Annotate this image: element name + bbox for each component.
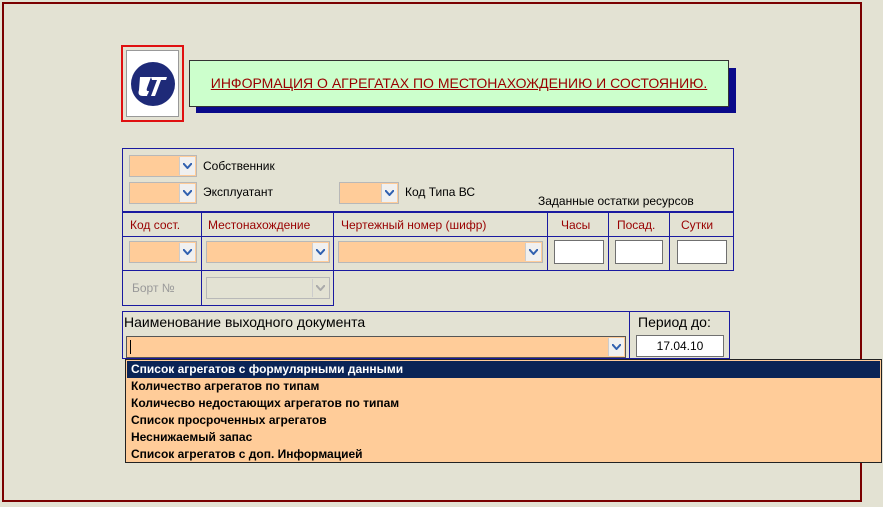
list-item[interactable]: Неснижаемый запас [127,429,880,446]
board-label: Борт № [132,281,175,295]
chevron-down-icon[interactable] [179,157,195,175]
document-label: Наименование выходного документа [124,314,366,330]
divider [122,236,734,237]
logo-frame [121,45,184,122]
state-code-combo[interactable] [129,241,197,263]
owner-combo[interactable] [129,155,197,177]
hours-input[interactable] [554,240,604,264]
aircraft-type-combo[interactable] [339,182,399,204]
chevron-down-icon[interactable] [525,243,541,261]
operator-combo[interactable] [129,182,197,204]
chevron-down-icon[interactable] [179,184,195,202]
ut-logo-icon [130,61,175,106]
period-label: Период до: [638,314,711,330]
list-item[interactable]: Количество агрегатов по типам [127,378,880,395]
document-combo[interactable] [126,336,626,358]
chevron-down-icon[interactable] [179,243,195,261]
logo [126,50,179,117]
location-label: Местонахождение [208,218,311,232]
landings-label: Посад. [617,218,656,232]
chevron-down-icon[interactable] [381,184,397,202]
text-cursor [130,340,131,354]
period-input[interactable]: 17.04.10 [636,335,724,357]
owner-label: Собственник [203,159,275,173]
divider [201,270,202,306]
chevron-down-icon[interactable] [608,338,624,356]
aircraft-type-label: Код Типа ВС [405,185,476,199]
list-item[interactable]: Количесво недостающих агрегатов по типам [127,395,880,412]
title-banner: ИНФОРМАЦИЯ О АГРЕГАТАХ ПО МЕСТОНАХОЖДЕНИ… [189,60,729,107]
hours-label: Часы [561,218,591,232]
days-label: Сутки [681,218,714,232]
state-code-label: Код сост. [130,218,181,232]
landings-input[interactable] [615,240,663,264]
chevron-down-icon[interactable] [312,279,328,297]
days-input[interactable] [677,240,727,264]
resources-label: Заданные остатки ресурсов [538,194,694,208]
list-item[interactable]: Список просроченных агрегатов [127,412,880,429]
drawing-number-label: Чертежный номер (шифр) [341,218,487,232]
board-combo[interactable] [206,277,330,299]
document-dropdown-list: Список агрегатов с формулярными данными … [125,359,882,463]
page-title: ИНФОРМАЦИЯ О АГРЕГАТАХ ПО МЕСТОНАХОЖДЕНИ… [210,75,708,91]
list-item[interactable]: Список агрегатов с формулярными данными [127,361,880,378]
list-item[interactable]: Список агрегатов с доп. Информацией [127,446,880,463]
chevron-down-icon[interactable] [312,243,328,261]
location-combo[interactable] [206,241,330,263]
operator-label: Эксплуатант [203,185,273,199]
drawing-number-combo[interactable] [338,241,543,263]
